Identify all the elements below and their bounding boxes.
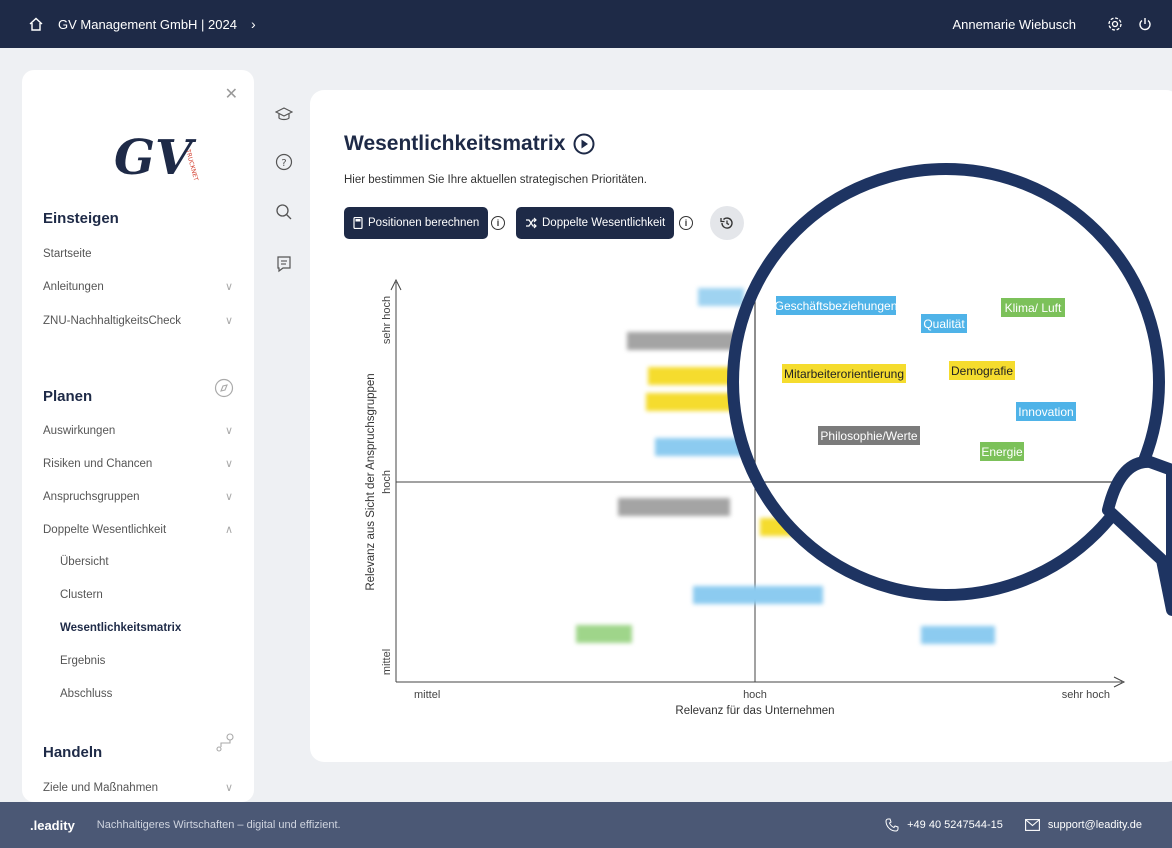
footer-brand[interactable]: .leadity — [30, 818, 75, 833]
nav-clustern[interactable]: Clustern — [60, 589, 233, 601]
user-name[interactable]: Annemarie Wiebusch — [952, 17, 1076, 32]
nav-znu-check[interactable]: ZNU-NachhaltigkeitsCheck ∨ — [43, 314, 233, 328]
phone-icon — [885, 818, 899, 832]
chevron-down-icon: ∨ — [224, 782, 233, 794]
footer-phone[interactable]: +49 40 5247544-15 — [885, 818, 1003, 832]
double-materiality-button[interactable]: Doppelte Wesentlichkeit — [516, 207, 675, 239]
svg-text:GV: GV — [114, 130, 197, 186]
nav-startseite[interactable]: Startseite — [43, 248, 233, 260]
close-icon[interactable]: ✕ — [225, 84, 238, 104]
chevron-down-icon: ∨ — [224, 281, 233, 293]
search-icon[interactable] — [268, 196, 300, 228]
history-icon — [720, 217, 733, 229]
footer: .leadity Nachhaltigeres Wirtschaften – d… — [0, 802, 1172, 848]
section-einsteigen: Einsteigen — [43, 210, 119, 227]
nav-auswirkungen[interactable]: Auswirkungen ∨ — [43, 424, 233, 438]
chevron-down-icon: ∨ — [224, 458, 233, 470]
chevron-up-icon: ∧ — [224, 524, 233, 536]
section-handeln: Handeln — [43, 744, 103, 761]
calculate-positions-button[interactable]: Positionen berechnen — [344, 207, 489, 239]
settings-icon[interactable] — [1106, 15, 1124, 33]
shuffle-icon — [526, 217, 537, 229]
breadcrumb[interactable]: GV Management GmbH | 2024 — [58, 17, 237, 32]
footer-tagline: Nachhaltigeres Wirtschaften – digital un… — [96, 819, 341, 831]
nav-ziele-massnahmen[interactable]: Ziele und Maßnahmen ∨ — [43, 781, 233, 795]
sidebar: ✕ GV TRUCKNET Einsteigen Startseite Anle… — [22, 70, 254, 802]
nav-risiken-chancen[interactable]: Risiken und Chancen ∨ — [43, 457, 233, 471]
page-title: Wesentlichkeitsmatrix — [344, 132, 595, 156]
help-icon[interactable]: ? — [268, 146, 300, 178]
mail-icon — [1024, 819, 1040, 831]
info-icon[interactable]: i — [679, 216, 693, 230]
nav-anspruchsgruppen[interactable]: Anspruchsgruppen ∨ — [43, 490, 233, 504]
graduation-cap-icon[interactable] — [268, 98, 300, 130]
compass-icon — [214, 378, 234, 398]
chevron-right-icon[interactable]: › — [251, 16, 256, 32]
section-planen: Planen — [43, 388, 93, 405]
nav-ergebnis[interactable]: Ergebnis — [60, 655, 233, 667]
svg-text:?: ? — [281, 158, 286, 169]
nav-abschluss[interactable]: Abschluss — [60, 688, 233, 700]
chevron-down-icon: ∨ — [224, 315, 233, 327]
calculator-icon — [353, 217, 363, 229]
main-panel: Wesentlichkeitsmatrix Hier bestimmen Sie… — [310, 90, 1172, 762]
info-icon[interactable]: i — [491, 216, 505, 230]
nav-uebersicht[interactable]: Übersicht — [60, 556, 233, 568]
chevron-down-icon: ∨ — [224, 491, 233, 503]
play-icon[interactable] — [573, 133, 595, 155]
chevron-down-icon: ∨ — [224, 425, 233, 437]
route-icon — [214, 732, 234, 752]
power-icon[interactable] — [1136, 15, 1154, 33]
footer-email[interactable]: support@leadity.de — [1024, 819, 1142, 831]
nav-doppelte-wesentlichkeit[interactable]: Doppelte Wesentlichkeit ∧ — [43, 523, 233, 537]
history-button[interactable] — [710, 206, 744, 240]
top-bar: GV Management GmbH | 2024 › Annemarie Wi… — [0, 0, 1172, 48]
page-subtitle: Hier bestimmen Sie Ihre aktuellen strate… — [344, 174, 647, 186]
nav-wesentlichkeitsmatrix[interactable]: Wesentlichkeitsmatrix — [60, 622, 233, 634]
comment-icon[interactable] — [268, 248, 300, 280]
nav-anleitungen[interactable]: Anleitungen ∨ — [43, 280, 233, 294]
home-icon[interactable] — [28, 16, 44, 32]
company-logo: GV TRUCKNET — [94, 120, 204, 190]
